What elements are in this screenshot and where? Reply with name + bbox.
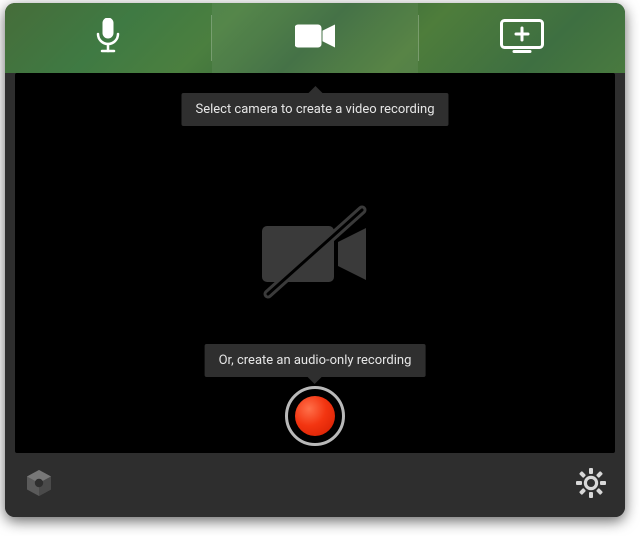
- camera-off-icon: [250, 293, 380, 312]
- camera-off-placeholder: [250, 198, 380, 312]
- app-logo-icon: [24, 468, 54, 502]
- preview-viewport: Select camera to create a video recordin…: [15, 73, 615, 453]
- gear-icon: [576, 468, 606, 502]
- screen-tab[interactable]: [419, 3, 625, 73]
- bottom-bar: [5, 453, 625, 517]
- record-icon: [295, 396, 335, 436]
- recorder-window: Select camera to create a video recordin…: [5, 3, 625, 517]
- settings-button[interactable]: [573, 467, 609, 503]
- mode-tab-bar: [5, 3, 625, 73]
- screen-plus-icon: [500, 19, 544, 57]
- select-camera-tooltip: Select camera to create a video recordin…: [181, 93, 448, 126]
- audio-only-tooltip: Or, create an audio-only recording: [205, 344, 426, 377]
- app-logo-button[interactable]: [21, 467, 57, 503]
- microphone-icon: [96, 18, 120, 58]
- video-camera-icon: [295, 23, 335, 53]
- audio-tab[interactable]: [5, 3, 211, 73]
- video-tab[interactable]: [212, 3, 418, 73]
- record-button[interactable]: [285, 386, 345, 446]
